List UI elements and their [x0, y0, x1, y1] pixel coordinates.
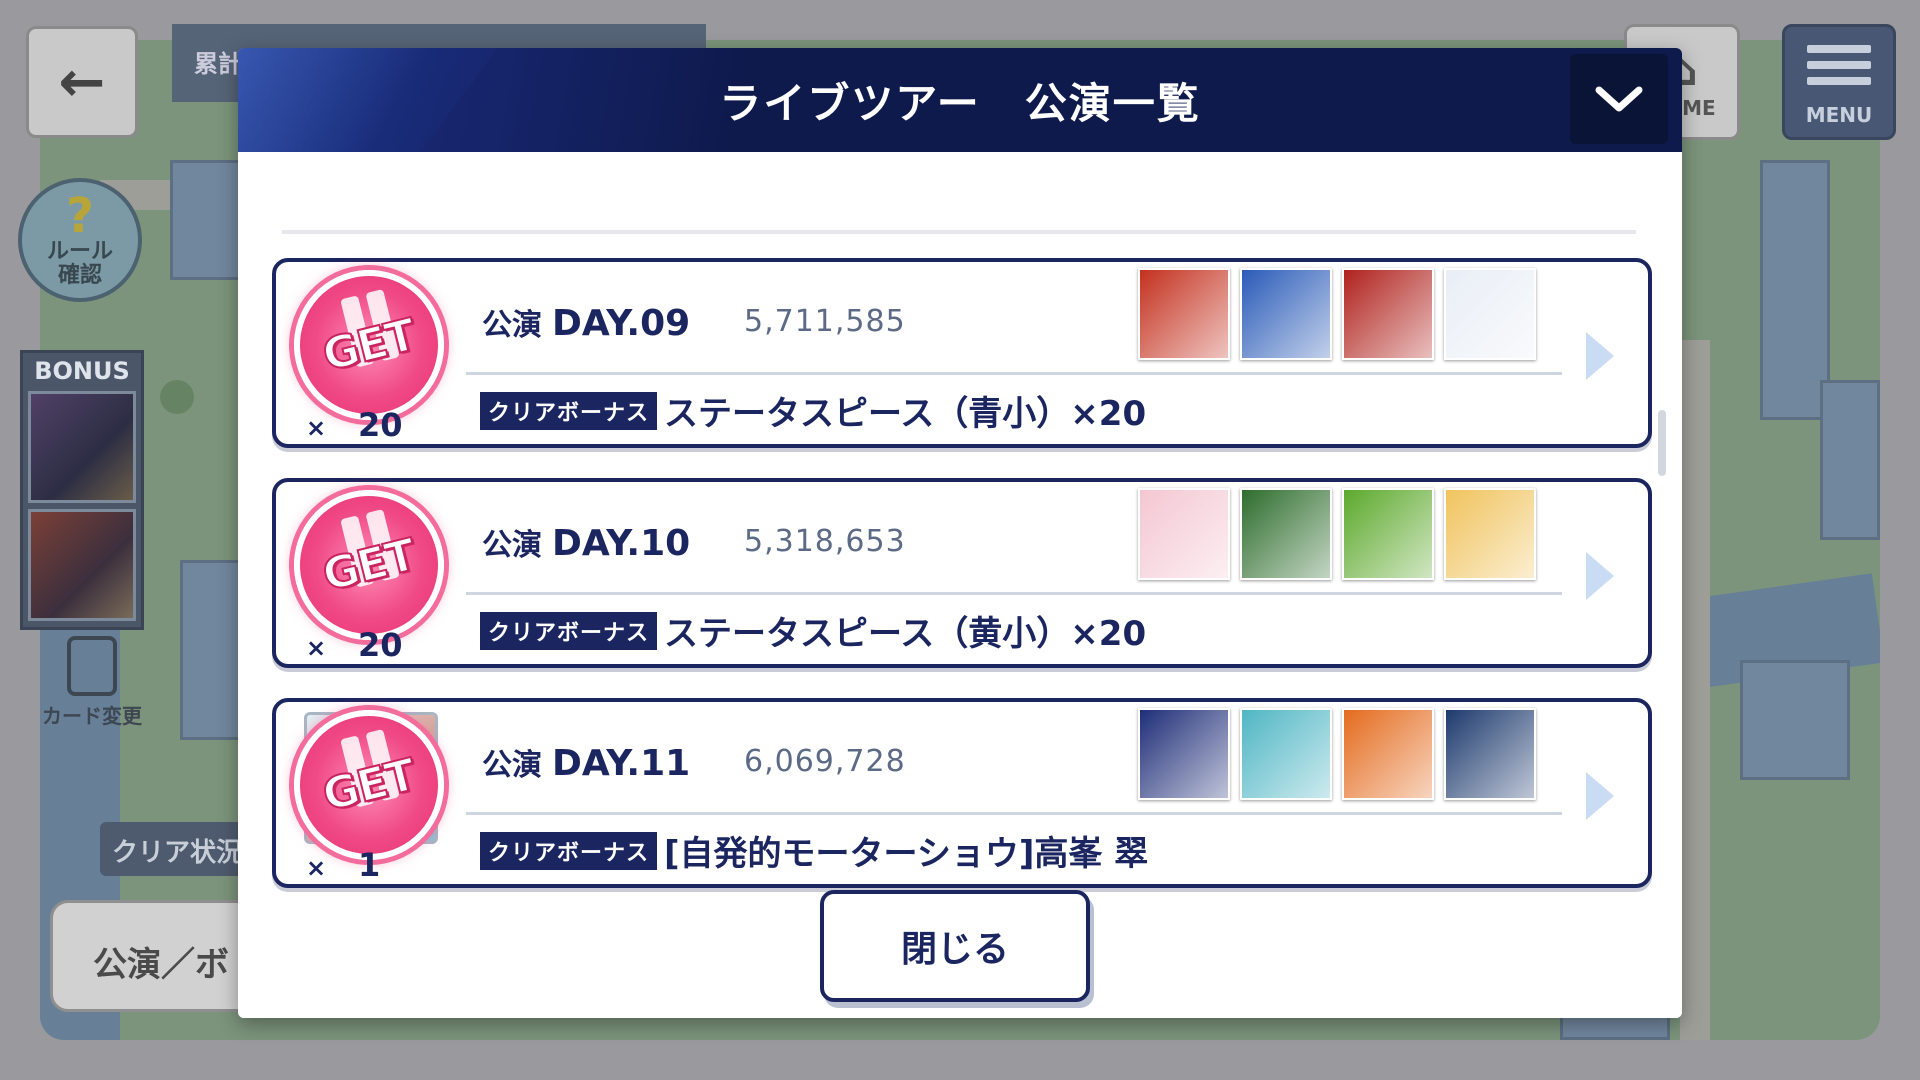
unit-thumbnail [1138, 268, 1230, 360]
stage-prefix: 公演 [482, 748, 542, 783]
required-score: 5,318,653 [744, 524, 906, 559]
row-divider [466, 372, 1562, 375]
unit-thumbnail [1342, 268, 1434, 360]
stage-prefix: 公演 [482, 528, 542, 563]
bonus-card[interactable] [28, 391, 136, 503]
unit-thumbnails [1138, 708, 1536, 800]
clear-bonus-tag: クリアボーナス [480, 832, 658, 870]
rule-label: ルール [46, 238, 113, 264]
reward-quantity: 20 [358, 626, 403, 664]
question-icon: ? [66, 187, 94, 244]
stage-title: 公演 DAY.09 [482, 300, 690, 344]
rule-check-button[interactable]: ? ルール 確認 [18, 178, 142, 302]
card-swap-icon [67, 636, 117, 696]
close-button[interactable]: 閉じる [820, 890, 1090, 1002]
card-change-button[interactable]: カード変更 [28, 636, 156, 746]
modal-title: ライブツアー 公演一覧 [719, 78, 1201, 128]
unit-thumbnails [1138, 488, 1536, 580]
reward-quantity: 20 [358, 406, 403, 444]
unit-thumbnail [1240, 268, 1332, 360]
collapse-button[interactable] [1570, 54, 1668, 144]
required-score: 6,069,728 [744, 744, 906, 779]
hamburger-icon [1807, 37, 1871, 93]
row-divider [466, 592, 1562, 595]
quantity-times: × [306, 854, 327, 882]
quantity-times: × [306, 634, 327, 662]
row-divider [466, 812, 1562, 815]
chevron-right-icon [1586, 772, 1614, 820]
unit-thumbnail [1240, 708, 1332, 800]
stage-prefix: 公演 [482, 308, 542, 343]
clear-bonus-reward: [自発的モーターショウ]高峯 翠 [664, 834, 1149, 874]
quantity-times: × [306, 414, 327, 442]
unit-thumbnail [1342, 708, 1434, 800]
back-button[interactable]: ← [26, 26, 138, 138]
chevron-down-icon [1595, 86, 1643, 112]
menu-button[interactable]: MENU [1782, 24, 1896, 140]
reward-quantity: 1 [358, 846, 381, 884]
unit-thumbnail [1444, 708, 1536, 800]
unit-thumbnail [1240, 488, 1332, 580]
performance-bonus-label: 公演／ボ [93, 945, 229, 985]
bonus-title: BONUS [34, 357, 130, 385]
unit-thumbnail [1444, 268, 1536, 360]
clear-bonus-tag: クリアボーナス [480, 392, 658, 430]
list-scrollbar[interactable] [1658, 410, 1666, 476]
performance-list-modal: ライブツアー 公演一覧 GET × 20 公演DAY.09 5,711,585 [238, 48, 1682, 1018]
list-divider [282, 230, 1636, 234]
performance-row-day11[interactable]: GET × 1 公演 DAY.11 6,069,728 クリアボーナス [自発的モ… [272, 694, 1652, 888]
modal-header: ライブツアー 公演一覧 [238, 48, 1682, 152]
performance-row-day10[interactable]: GET × 20 公演 DAY.10 5,318,653 クリアボーナス ステータ… [272, 474, 1652, 668]
stage-day: DAY.11 [552, 743, 691, 784]
stage-day: DAY.10 [552, 523, 691, 564]
bonus-card[interactable] [28, 509, 136, 621]
clear-bonus-reward: ステータスピース（青小）×20 [664, 394, 1147, 434]
performance-row-day09[interactable]: GET × 20 公演 DAY.09 5,711,585 クリアボーナス ステータ… [272, 254, 1652, 448]
performance-list[interactable]: GET × 20 公演 DAY.09 5,711,585 クリアボーナス ステータ… [238, 152, 1682, 898]
clear-status-tab[interactable]: クリア状況 [100, 822, 260, 876]
unit-thumbnail [1342, 488, 1434, 580]
card-change-label: カード変更 [42, 704, 142, 728]
total-label: 累計 [194, 50, 242, 78]
menu-label: MENU [1805, 103, 1873, 127]
chevron-right-icon [1586, 552, 1614, 600]
stage-title: 公演 DAY.10 [482, 520, 690, 564]
unit-thumbnail [1138, 488, 1230, 580]
stage-day: DAY.09 [552, 303, 691, 344]
unit-thumbnails [1138, 268, 1536, 360]
bonus-panel: BONUS [20, 350, 144, 630]
stage-title: 公演 DAY.11 [482, 740, 690, 784]
required-score: 5,711,585 [744, 304, 906, 339]
chevron-right-icon [1586, 332, 1614, 380]
modal-footer: 閉じる [238, 890, 1682, 1018]
unit-thumbnail [1138, 708, 1230, 800]
unit-thumbnail [1444, 488, 1536, 580]
clear-bonus-reward: ステータスピース（黄小）×20 [664, 614, 1147, 654]
performance-bonus-button[interactable]: 公演／ボ [50, 900, 270, 1012]
clear-status-label: クリア状況 [112, 838, 243, 868]
rule-label-2: 確認 [57, 263, 102, 288]
arrow-left-icon: ← [58, 49, 106, 115]
clear-bonus-tag: クリアボーナス [480, 612, 658, 650]
